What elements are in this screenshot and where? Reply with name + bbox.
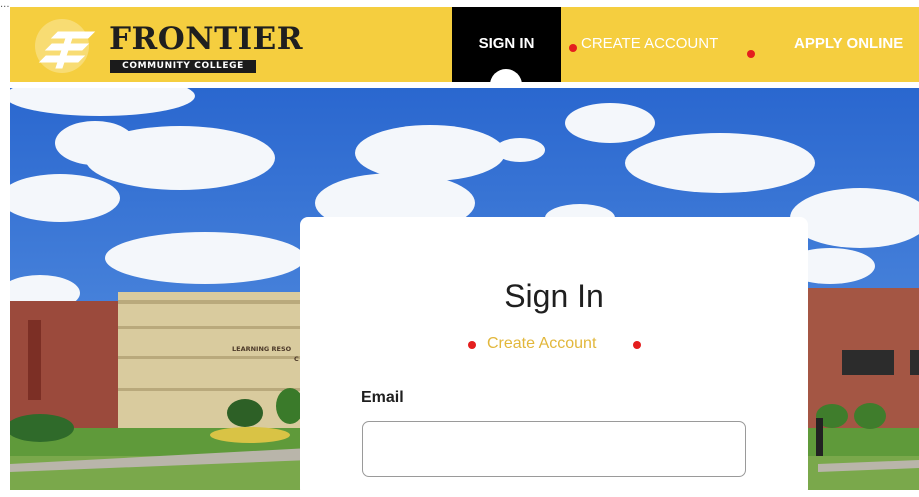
building-sign-line1: LEARNING RESO — [232, 345, 292, 353]
college-logo[interactable]: FRONTIER COMMUNITY COLLEGE — [24, 14, 303, 76]
logo-wordmark: FRONTIER — [109, 21, 304, 57]
page-title: Sign In — [504, 278, 604, 314]
nav-sign-in-tab[interactable]: SIGN IN — [452, 7, 561, 82]
email-label: Email — [361, 389, 404, 406]
marker-dot — [468, 341, 476, 349]
email-input[interactable] — [362, 421, 746, 477]
marker-dot — [569, 44, 577, 52]
nav-sign-in-label: SIGN IN — [478, 35, 535, 52]
nav-apply-online-link[interactable]: APPLY ONLINE — [794, 7, 903, 82]
create-account-link[interactable]: Create Account — [487, 334, 596, 354]
frontier-logo-icon — [35, 19, 96, 73]
marker-dot — [633, 341, 641, 349]
sign-in-card: Sign In Create Account Email — [300, 217, 808, 497]
logo-subtitle: COMMUNITY COLLEGE — [110, 60, 256, 73]
site-header: FRONTIER COMMUNITY COLLEGE SIGN IN CREAT… — [10, 7, 919, 82]
building-sign-line2: C — [294, 355, 299, 363]
nav-create-account-link[interactable]: CREATE ACCOUNT — [581, 7, 718, 82]
active-tab-indicator — [490, 69, 522, 82]
marker-dot — [747, 50, 755, 58]
